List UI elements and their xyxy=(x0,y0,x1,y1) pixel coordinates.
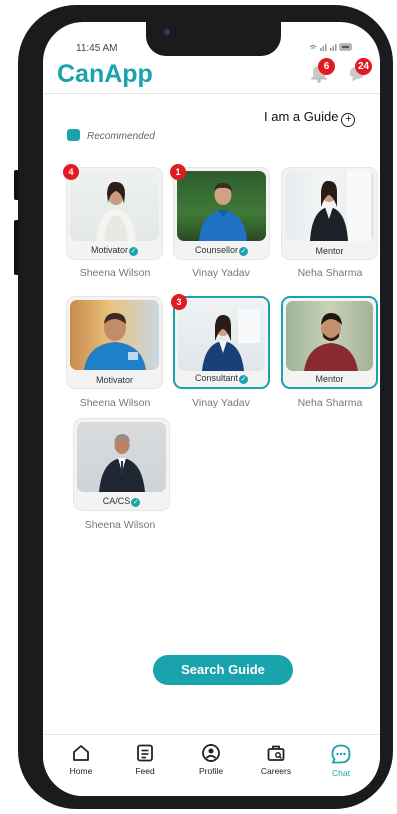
messages-button[interactable]: 24 xyxy=(346,58,372,84)
tab-careers[interactable]: Careers xyxy=(246,743,306,776)
i-am-a-guide-button[interactable]: I am a Guide + xyxy=(264,109,356,127)
guide-photo xyxy=(285,171,374,241)
guide-name: Sheena Wilson xyxy=(79,267,151,279)
tab-label: Home xyxy=(69,766,93,776)
tab-label: Feed xyxy=(135,766,155,776)
app-title: CanApp xyxy=(57,60,153,88)
tab-label: Careers xyxy=(260,766,292,776)
guide-card[interactable]: CA/CS ✓ xyxy=(73,418,170,511)
status-time: 11:45 AM xyxy=(76,43,118,54)
verified-check-icon: ✓ xyxy=(239,375,249,384)
tab-label: Chat xyxy=(332,768,350,778)
guide-name: Sheena Wilson xyxy=(79,397,151,409)
header-divider xyxy=(43,93,380,94)
guide-photo xyxy=(286,301,373,371)
verified-check-icon: ✓ xyxy=(129,247,138,256)
feed-icon xyxy=(137,744,153,762)
home-icon xyxy=(73,745,89,761)
app-screen: 11:45 AM CanApp 6 24 I am a Guide + Recom… xyxy=(43,22,380,796)
tab-profile[interactable]: Profile xyxy=(181,743,241,776)
legend-swatch xyxy=(67,129,80,141)
profile-icon xyxy=(202,744,220,762)
guide-card[interactable]: Mentor xyxy=(281,167,378,260)
guide-role: Mentor xyxy=(315,246,344,256)
plus-circle-icon: + xyxy=(341,113,356,127)
card-badge: 3 xyxy=(171,294,187,310)
recommended-legend: Recommended xyxy=(67,129,155,142)
camera-icon xyxy=(164,29,170,35)
guide-card[interactable]: 1 Counsellor ✓ xyxy=(170,164,270,260)
guide-card[interactable]: Motivator xyxy=(66,296,163,389)
tab-chat[interactable]: Chat xyxy=(311,743,371,778)
tab-feed[interactable]: Feed xyxy=(115,743,175,776)
guide-photo xyxy=(70,300,159,370)
guide-role: Mentor xyxy=(315,374,344,384)
notifications-button[interactable]: 6 xyxy=(308,58,335,84)
guide-name: Vinay Yadav xyxy=(192,397,250,409)
guide-role: Counsellor ✓ xyxy=(194,245,249,256)
status-icons xyxy=(308,42,354,54)
careers-icon xyxy=(267,745,285,761)
signal-battery-icon xyxy=(309,43,352,51)
guide-role: Consultant ✓ xyxy=(194,373,249,384)
guide-name: Neha Sharma xyxy=(297,267,363,279)
guide-name: Sheena Wilson xyxy=(84,519,156,531)
guide-card[interactable]: 3 Consultant ✓ xyxy=(171,294,270,389)
messages-badge: 24 xyxy=(355,58,372,75)
guide-photo xyxy=(177,171,266,241)
mute-switch xyxy=(14,170,19,200)
guide-card[interactable]: Mentor xyxy=(281,296,378,389)
guide-name: Vinay Yadav xyxy=(192,267,250,279)
guide-role: CA/CS ✓ xyxy=(102,496,141,507)
guide-photo xyxy=(70,171,159,241)
notch xyxy=(146,22,281,56)
guide-role: Motivator ✓ xyxy=(90,245,138,256)
card-badge: 4 xyxy=(63,164,79,180)
guide-role: Motivator xyxy=(95,375,133,385)
legend-label: Recommended xyxy=(87,131,155,142)
guide-card[interactable]: 4 Motivator ✓ xyxy=(63,164,163,260)
guide-photo xyxy=(178,301,265,371)
search-guide-button[interactable]: Search Guide xyxy=(153,655,293,685)
verified-check-icon: ✓ xyxy=(131,498,141,507)
chat-icon xyxy=(331,744,351,764)
card-badge: 1 xyxy=(170,164,186,180)
bottom-tab-bar: Home Feed Profile Careers Chat xyxy=(43,734,380,796)
tab-home[interactable]: Home xyxy=(51,743,111,776)
guide-toggle-label: I am a Guide xyxy=(264,109,339,124)
verified-check-icon: ✓ xyxy=(239,247,249,256)
guide-name: Neha Sharma xyxy=(297,397,363,409)
guide-photo xyxy=(77,422,166,492)
volume-up-button xyxy=(14,220,19,275)
tab-label: Profile xyxy=(198,766,224,776)
notifications-badge: 6 xyxy=(318,58,335,75)
